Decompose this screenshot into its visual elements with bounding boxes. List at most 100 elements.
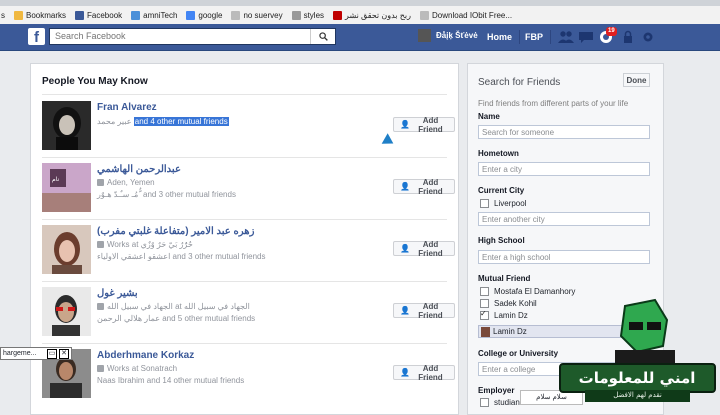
facebook-logo-icon[interactable]: f [28,28,45,46]
people-you-may-know-panel: People You May Know Fran Alvarez عبير مح… [30,63,459,415]
mutual-friend-checkbox[interactable]: Mostafa El Damanhory [480,287,575,296]
panel-title: Search for Friends [478,77,561,88]
avatar [418,29,431,42]
add-friend-button[interactable]: 👤 Add Friend [393,302,455,320]
person-row: نام عبدالرحمن الهاشمي Aden, Yemen مُـ سـ… [42,163,455,215]
mutual-friend-label: Mutual Friend [478,274,531,283]
mutual-friends: اعشقو اعشقي الاولياء and 3 other mutual … [97,252,266,261]
divider [42,94,447,95]
friend-requests-icon[interactable] [558,30,574,44]
current-city-input[interactable] [478,212,650,226]
fbp-link[interactable]: FBP [525,32,543,42]
bookmark-facebook[interactable]: Facebook [75,10,122,20]
checkbox[interactable] [480,287,489,296]
bookmark-amnitech[interactable]: amniTech [131,10,177,20]
person-name[interactable]: بشير غول [97,288,138,299]
facebook-header: f Ðåįķ Šťėvė Home FBP 19 [0,24,720,51]
bookmark-no-suervey[interactable]: no suervey [231,10,283,20]
person-name[interactable]: (متفاعلة غلبتي مفرب) زهره عبد الامير [97,226,254,237]
bookmark-iobit[interactable]: Download IObit Free... [420,10,512,20]
messages-icon[interactable] [578,30,594,44]
name-label: Name [478,112,500,121]
add-friend-icon: 👤 [400,368,410,377]
profile-photo[interactable] [42,225,91,274]
privacy-lock-icon[interactable] [620,30,636,44]
bookmark-arabic[interactable]: ربح بدون تحقق نشر [333,10,411,20]
star-icon [14,10,23,20]
search-button[interactable] [310,29,335,44]
watermark-mascot-icon [559,298,716,402]
add-friend-icon: 👤 [400,306,410,315]
person-row: بشير غول الجهاد في سبيل الله at الجهاد ف… [42,287,455,339]
panel-subtitle: Find friends from different parts of you… [478,99,629,108]
person-name[interactable]: عبدالرحمن الهاشمي [97,164,181,175]
college-label: College or University [478,349,559,358]
settings-gear-icon[interactable] [640,30,656,44]
done-button[interactable]: Done [623,73,650,87]
mutual-friends: Naas Ibrahim and 14 other mutual friends [97,376,245,385]
work: Works at حٌرٌٌرٌ بَيّ حَرٌ وٌزٌي [97,240,193,249]
checkbox-checked[interactable] [480,309,489,320]
panel-title: People You May Know [42,76,148,87]
person-row: Abderhmane Korkaz Works at Sonatrach Naa… [42,349,455,401]
notification-badge: 19 [606,27,617,36]
add-friend-icon: 👤 [400,182,410,191]
briefcase-icon [97,365,104,373]
high-school-label: High School [478,236,525,245]
page-icon [291,10,301,20]
checkbox[interactable] [480,299,489,308]
divider [42,219,447,220]
site-icon [131,10,141,20]
person-name[interactable]: Fran Alvarez [97,102,157,113]
add-friend-button[interactable]: 👤 Add Friend [393,116,455,134]
mutual-friends: مُـ سـٌـدّ هـوٌر ٌّ and 3 other mutual f… [97,190,236,199]
briefcase-icon [97,241,104,249]
profile-photo[interactable] [42,101,91,150]
bookmark-google[interactable]: google [186,10,222,20]
search-input[interactable] [50,29,315,43]
briefcase-icon [97,303,104,311]
window-icon[interactable]: ▭ [47,348,57,359]
hometown-label: Hometown [478,149,519,158]
facebook-icon [75,10,85,20]
profile-photo[interactable] [42,287,91,336]
person-row: (متفاعلة غلبتي مفرب) زهره عبد الامير Wor… [42,225,455,277]
current-city-checkbox[interactable]: Liverpool [480,199,526,208]
employer-label: Employer [478,386,515,395]
google-icon [186,10,196,20]
add-friend-icon: 👤 [400,244,410,253]
search-box [49,28,336,45]
divider [42,343,447,344]
taskbar-tab[interactable]: hargeme... ▭ ✕ [0,347,72,360]
bookmark-styles[interactable]: styles [291,10,324,20]
watermark-subtitle: نقدم لهم الافضل [613,391,662,399]
mutual-friend-checkbox[interactable]: Lamin Dz [480,309,528,320]
divider [42,157,447,158]
add-friend-button[interactable]: 👤 Add Friend [393,240,455,258]
hometown-input[interactable] [478,162,650,176]
divider [550,30,551,44]
tab-controls: ▭ ✕ [47,348,69,359]
bookmarks-lead: s [1,10,5,20]
bookmarks-bar: s Bookmarks Facebook amniTech google no … [0,6,720,25]
svg-text:نام: نام [52,176,60,183]
profile-photo[interactable]: نام [42,163,91,212]
site-icon [333,10,343,20]
close-icon[interactable]: ✕ [59,348,69,359]
home-link[interactable]: Home [487,32,512,42]
watermark-logo: امني للمعلومات نقدم لهم الافضل [555,298,720,405]
high-school-input[interactable] [478,250,650,264]
add-friend-icon: 👤 [400,120,410,129]
mutual-friend-checkbox[interactable]: Sadek Kohil [480,299,537,308]
employer-checkbox[interactable]: studian [480,398,520,407]
current-city-label: Current City [478,186,525,195]
add-friend-button[interactable]: 👤 Add Friend [393,364,455,382]
checkbox[interactable] [480,199,489,208]
add-friend-button[interactable]: 👤 Add Friend [393,178,455,196]
name-input[interactable] [478,125,650,139]
profile-link[interactable]: Ðåįķ Šťėvė [418,29,478,42]
checkbox[interactable] [480,398,489,407]
person-name[interactable]: Abderhmane Korkaz [97,350,194,361]
bookmark-bookmarks[interactable]: Bookmarks [14,10,66,20]
work: Works at Sonatrach [97,364,177,373]
